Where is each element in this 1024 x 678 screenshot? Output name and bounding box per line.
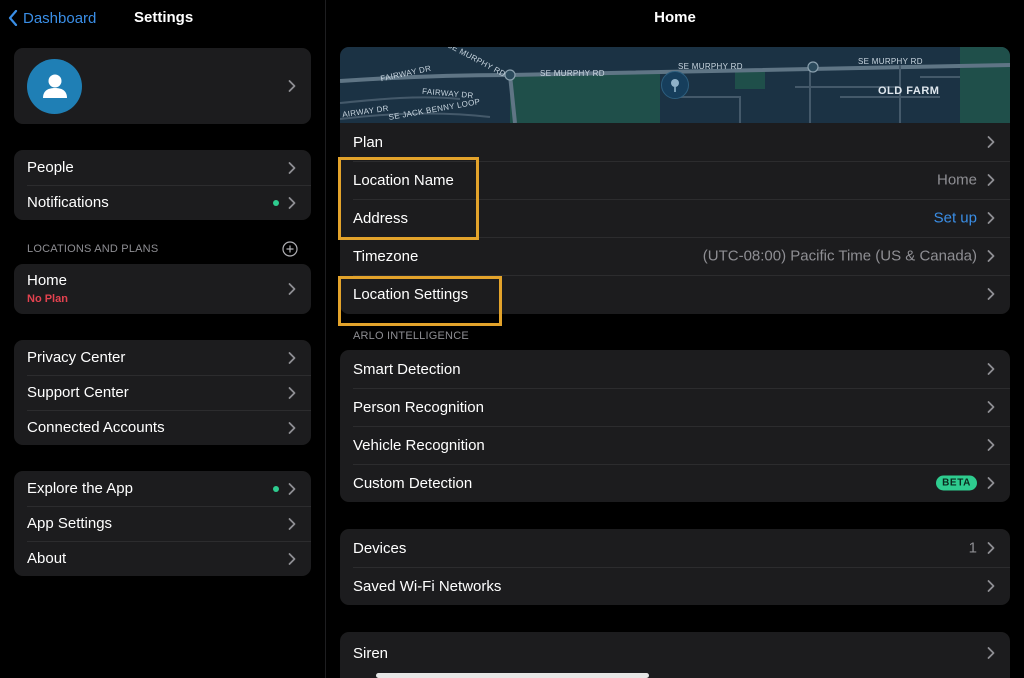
map-street-label: SE MURPHY RD <box>678 62 743 71</box>
new-indicator-dot <box>273 199 279 206</box>
avatar <box>27 58 82 114</box>
sidebar-item-label: Privacy Center <box>27 349 126 366</box>
sidebar-item-support-center[interactable]: Support Center <box>14 375 311 410</box>
vehicle-recognition-row[interactable]: Vehicle Recognition <box>340 426 1010 464</box>
add-location-icon[interactable] <box>282 241 298 257</box>
person-recognition-row[interactable]: Person Recognition <box>340 388 1010 426</box>
siren-row[interactable]: Siren <box>340 634 1010 672</box>
back-to-dashboard-button[interactable]: Dashboard <box>8 8 96 28</box>
row-label: Siren <box>353 645 389 662</box>
sidebar-item-app-settings[interactable]: App Settings <box>14 506 311 541</box>
chevron-right-icon <box>987 439 995 451</box>
siren-card: Siren <box>340 632 1010 678</box>
location-pin <box>661 71 689 99</box>
timezone-value: (UTC-08:00) Pacific Time (US & Canada) <box>702 247 977 265</box>
devices-row[interactable]: Devices 1 <box>340 529 1010 567</box>
timezone-row[interactable]: Timezone (UTC-08:00) Pacific Time (US & … <box>340 237 1010 275</box>
row-label: Person Recognition <box>353 398 484 416</box>
sidebar-item-privacy-center[interactable]: Privacy Center <box>14 340 311 375</box>
plan-row[interactable]: Plan <box>340 123 1010 161</box>
page-title: Home <box>654 9 696 26</box>
chevron-right-icon <box>288 552 296 565</box>
location-name-value: Home <box>936 171 977 189</box>
highlight-box <box>338 157 479 240</box>
chevron-right-icon <box>987 136 995 148</box>
sidebar-title: Settings <box>134 9 194 26</box>
sidebar-item-label: About <box>27 550 67 567</box>
location-detail-pane: Home SE MURPHY RD SE MURPHY RD SE MURPHY… <box>326 0 1024 678</box>
map-pin-icon <box>671 79 679 92</box>
arlo-intelligence-header: ARLO INTELLIGENCE <box>353 330 469 342</box>
chevron-right-icon <box>987 250 995 262</box>
location-map[interactable]: SE MURPHY RD SE MURPHY RD SE MURPHY RD S… <box>340 47 1010 123</box>
sidebar-item-notifications[interactable]: Notifications <box>14 185 311 220</box>
plan-status-label: No Plan <box>27 293 68 305</box>
chevron-right-icon <box>288 196 296 209</box>
location-name-label: Home <box>27 272 68 289</box>
sidebar-item-connected-accounts[interactable]: Connected Accounts <box>14 410 311 445</box>
device-count: 1 <box>968 539 977 557</box>
sidebar-item-label: Connected Accounts <box>27 419 165 436</box>
settings-sidebar: Dashboard Settings People Notifications … <box>0 0 325 678</box>
row-label: Devices <box>353 539 407 557</box>
user-icon <box>42 74 67 98</box>
location-home-card[interactable]: Home No Plan <box>14 264 311 314</box>
chevron-right-icon <box>987 174 995 186</box>
row-label: Smart Detection <box>353 360 461 378</box>
locations-section-header: LOCATIONS AND PLANS <box>27 243 159 255</box>
saved-wifi-networks-row[interactable]: Saved Wi-Fi Networks <box>340 567 1010 605</box>
sidebar-item-label: Notifications <box>27 194 109 211</box>
sidebar-item-label: Explore the App <box>27 480 133 497</box>
chevron-right-icon <box>987 212 995 224</box>
back-label: Dashboard <box>23 9 97 27</box>
chevron-right-icon <box>288 421 296 434</box>
chevron-right-icon <box>288 283 296 295</box>
sidebar-item-people[interactable]: People <box>14 150 311 185</box>
chevron-right-icon <box>288 80 296 92</box>
chevron-right-icon <box>987 477 995 489</box>
row-label: Custom Detection <box>353 474 473 492</box>
custom-detection-row[interactable]: Custom Detection BETA <box>340 464 1010 502</box>
highlight-box <box>338 276 502 326</box>
smart-detection-row[interactable]: Smart Detection <box>340 350 1010 388</box>
people-notifications-group: People Notifications <box>14 150 311 220</box>
chevron-right-icon <box>987 363 995 375</box>
row-label: Saved Wi-Fi Networks <box>353 577 502 595</box>
beta-badge: BETA <box>936 475 977 491</box>
chevron-right-icon <box>288 351 296 364</box>
chevron-right-icon <box>987 542 995 554</box>
chevron-right-icon <box>288 386 296 399</box>
row-label: Plan <box>353 133 384 151</box>
chevron-right-icon <box>987 580 995 592</box>
profile-card[interactable] <box>14 48 311 124</box>
app-group: Explore the App App Settings About <box>14 471 311 576</box>
address-setup-link[interactable]: Set up <box>934 210 977 227</box>
chevron-right-icon <box>288 517 296 530</box>
chevron-right-icon <box>987 647 995 659</box>
sidebar-item-label: App Settings <box>27 515 113 532</box>
devices-card: Devices 1 Saved Wi-Fi Networks <box>340 529 1010 605</box>
support-group: Privacy Center Support Center Connected … <box>14 340 311 445</box>
map-street-label: SE MURPHY RD <box>858 57 923 66</box>
new-indicator-dot <box>273 485 279 492</box>
map-street-label: SE MURPHY RD <box>540 69 605 78</box>
chevron-right-icon <box>987 401 995 413</box>
map-area-label: OLD FARM <box>878 85 940 97</box>
intelligence-card: Smart Detection Person Recognition Vehic… <box>340 350 1010 502</box>
sidebar-item-label: People <box>27 159 74 176</box>
sidebar-item-explore-the-app[interactable]: Explore the App <box>14 471 311 506</box>
row-label: Vehicle Recognition <box>353 436 485 454</box>
chevron-left-icon <box>8 10 18 26</box>
row-label: Timezone <box>353 247 419 265</box>
chevron-right-icon <box>288 482 296 495</box>
sidebar-item-label: Support Center <box>27 384 129 401</box>
chevron-right-icon <box>288 161 296 174</box>
sidebar-item-about[interactable]: About <box>14 541 311 576</box>
chevron-right-icon <box>987 288 995 300</box>
home-indicator[interactable] <box>376 673 649 678</box>
